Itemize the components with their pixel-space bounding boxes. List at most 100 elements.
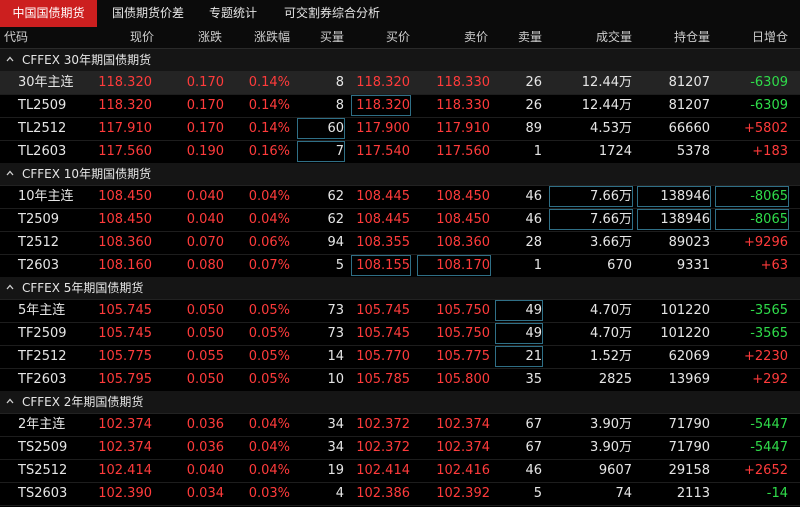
volume-cell: 3.66万 (590, 235, 632, 250)
table-row[interactable]: TF2509 105.745 0.050 0.05% 73 105.745 105.750 4… (0, 322, 800, 346)
code-cell: T2509 (18, 212, 60, 227)
tab-topic-statistics[interactable]: 专题统计 (199, 0, 267, 27)
col-header-open-interest[interactable]: 持仓量 (636, 27, 710, 48)
daily-oi-change-cell: -8065 (714, 208, 790, 231)
table-row[interactable]: TL2603 117.560 0.190 0.16% 7 117.540 117.560 1 1… (0, 140, 800, 164)
price-cell: 108.160 (98, 258, 152, 273)
volume-cell: 7.66万 (548, 185, 634, 208)
col-header-bid[interactable]: 买价 (350, 27, 410, 48)
table-row[interactable]: TS2509 102.374 0.036 0.04% 34 102.372 102.374 6… (0, 436, 800, 460)
chevron-up-icon[interactable] (6, 55, 14, 63)
code-cell: TF2603 (18, 372, 67, 387)
ask-volume-cell: 26 (525, 98, 542, 113)
ask-cell: 108.450 (436, 212, 490, 227)
volume-cell: 4.53万 (590, 121, 632, 136)
col-header-price[interactable]: 现价 (96, 27, 154, 48)
code-cell: 5年主连 (18, 303, 66, 318)
price-cell: 102.374 (98, 417, 152, 432)
table-row[interactable]: T2512 108.360 0.070 0.06% 94 108.355 108.360 28… (0, 231, 800, 255)
bid-cell: 102.372 (356, 417, 410, 432)
code-cell: TL2603 (18, 144, 67, 159)
change-pct-cell: 0.04% (248, 212, 290, 227)
daily-oi-change-cell: +5802 (744, 121, 788, 136)
tab-deliverable-bond-analysis[interactable]: 可交割券综合分析 (273, 0, 391, 27)
ask-volume-cell: 1 (533, 258, 542, 273)
ask-cell: 117.910 (436, 121, 490, 136)
table-row[interactable]: TF2603 105.795 0.050 0.05% 10 105.785 105.800 3… (0, 368, 800, 392)
volume-cell: 7.66万 (548, 208, 634, 231)
price-cell: 105.745 (98, 303, 152, 318)
col-header-change[interactable]: 涨跌 (158, 27, 222, 48)
change-cell: 0.034 (186, 486, 224, 501)
group-header[interactable]: CFFEX 10年期国债期货 (0, 163, 800, 186)
change-pct-cell: 0.03% (248, 486, 290, 501)
bid-cell: 108.445 (356, 189, 410, 204)
col-header-ask[interactable]: 卖价 (418, 27, 488, 48)
table-row[interactable]: TL2512 117.910 0.170 0.14% 60 117.900 117.910 8… (0, 117, 800, 141)
chevron-up-icon[interactable] (6, 397, 14, 405)
open-interest-cell: 71790 (668, 440, 710, 455)
change-pct-cell: 0.16% (248, 144, 290, 159)
col-header-volume[interactable]: 成交量 (548, 27, 632, 48)
table-row[interactable]: T2509 108.450 0.040 0.04% 62 108.445 108.450 46… (0, 208, 800, 232)
tab-china-treasury-futures[interactable]: 中国国债期货 (0, 0, 97, 27)
daily-oi-change-cell: +63 (760, 258, 788, 273)
table-row[interactable]: T2603 108.160 0.080 0.07% 5 108.155 108.170 1 67… (0, 254, 800, 278)
change-pct-cell: 0.14% (248, 121, 290, 136)
code-cell: TS2512 (18, 463, 68, 478)
code-cell: T2512 (18, 235, 60, 250)
price-cell: 102.374 (98, 440, 152, 455)
group-title: CFFEX 2年期国债期货 (22, 395, 144, 409)
price-cell: 102.390 (98, 486, 152, 501)
chevron-up-icon[interactable] (6, 169, 14, 177)
daily-oi-change-cell: -8065 (714, 185, 790, 208)
table-row[interactable]: 10年主连 108.450 0.040 0.04% 62 108.445 108.450 46… (0, 185, 800, 209)
table-row[interactable]: TF2512 105.775 0.055 0.05% 14 105.770 105.775 2… (0, 345, 800, 369)
table-row[interactable]: 2年主连 102.374 0.036 0.04% 34 102.372 102.374 67 3… (0, 413, 800, 437)
ask-cell: 102.392 (436, 486, 490, 501)
ask-volume-cell: 67 (525, 417, 542, 432)
bid-cell: 117.900 (356, 121, 410, 136)
change-cell: 0.170 (186, 121, 224, 136)
change-cell: 0.036 (186, 417, 224, 432)
daily-oi-change-cell: +9296 (744, 235, 788, 250)
volume-cell: 1724 (598, 144, 632, 159)
table-row[interactable]: 30年主连 118.320 0.170 0.14% 8 118.320 118.330 26 1… (0, 71, 800, 95)
col-header-code[interactable]: 代码 (4, 27, 94, 48)
col-header-ask-volume[interactable]: 卖量 (494, 27, 542, 48)
tab-bar: 中国国债期货 国债期货价差 专题统计 可交割券综合分析 (0, 0, 800, 28)
col-header-daily-oi-change[interactable]: 日增仓 (716, 27, 788, 48)
table-row[interactable]: TS2512 102.414 0.040 0.04% 19 102.414 102.416 4… (0, 459, 800, 483)
table-row[interactable]: 5年主连 105.745 0.050 0.05% 73 105.745 105.750 49 4… (0, 299, 800, 323)
col-header-bid-volume[interactable]: 买量 (294, 27, 344, 48)
volume-cell: 12.44万 (581, 75, 632, 90)
change-cell: 0.050 (186, 326, 224, 341)
price-cell: 105.775 (98, 349, 152, 364)
change-pct-cell: 0.14% (248, 75, 290, 90)
change-cell: 0.170 (186, 98, 224, 113)
volume-cell: 4.70万 (590, 303, 632, 318)
change-pct-cell: 0.05% (248, 326, 290, 341)
group-header[interactable]: CFFEX 5年期国债期货 (0, 277, 800, 300)
chevron-up-icon[interactable] (6, 283, 14, 291)
daily-oi-change-cell: +292 (752, 372, 788, 387)
group-header[interactable]: CFFEX 30年期国债期货 (0, 49, 800, 72)
price-cell: 102.414 (98, 463, 152, 478)
bid-volume-cell: 34 (327, 440, 344, 455)
table-row[interactable]: TL2509 118.320 0.170 0.14% 8 118.320 118.330 26… (0, 94, 800, 118)
bid-cell: 102.372 (356, 440, 410, 455)
col-header-change-pct[interactable]: 涨跌幅 (228, 27, 290, 48)
bid-cell: 108.445 (356, 212, 410, 227)
tab-futures-spread[interactable]: 国债期货价差 (103, 0, 193, 27)
bid-cell: 105.745 (356, 326, 410, 341)
volume-cell: 74 (615, 486, 632, 501)
table-row[interactable]: TS2603 102.390 0.034 0.03% 4 102.386 102.392 5 7… (0, 482, 800, 506)
bid-volume-cell: 60 (296, 117, 346, 140)
ask-volume-cell: 46 (525, 463, 542, 478)
volume-cell: 3.90万 (590, 440, 632, 455)
change-cell: 0.055 (186, 349, 224, 364)
ask-volume-cell: 26 (525, 75, 542, 90)
bid-cell: 105.785 (356, 372, 410, 387)
code-cell: 2年主连 (18, 417, 66, 432)
group-header[interactable]: CFFEX 2年期国债期货 (0, 391, 800, 414)
